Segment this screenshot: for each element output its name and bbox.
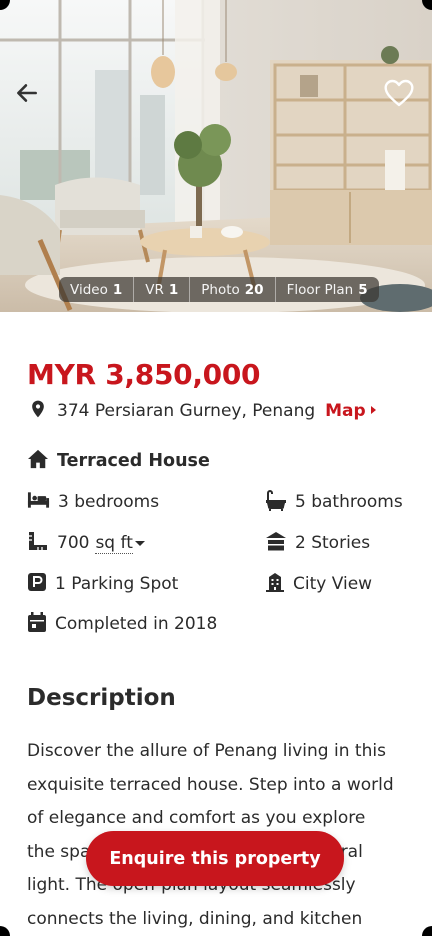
property-type: Terraced House	[57, 451, 210, 471]
property-type-row: Terraced House	[27, 448, 210, 474]
building-icon	[265, 531, 287, 555]
description-title: Description	[27, 685, 176, 711]
tab-photo-label: Photo	[201, 281, 240, 298]
stories-text: 2 Stories	[295, 533, 371, 553]
bed-icon	[27, 491, 50, 513]
tab-floor-plan-count: 5	[358, 281, 368, 298]
parking-icon	[27, 572, 47, 596]
favorite-button[interactable]	[380, 77, 418, 113]
tab-vr-count: 1	[168, 281, 179, 298]
screen-corner	[0, 926, 10, 936]
screen-corner	[422, 926, 432, 936]
address-text: 374 Persiaran Gurney, Penang	[57, 401, 316, 421]
media-tabs: Video 1 VR 1 Photo 20 Floor Plan 5	[59, 277, 379, 302]
location-pin-icon	[28, 398, 48, 424]
calendar-icon	[27, 611, 47, 637]
feature-bedrooms: 3 bedrooms	[27, 489, 159, 515]
tab-video-count: 1	[112, 281, 123, 298]
bathtub-icon	[265, 489, 287, 515]
caret-down-icon	[133, 534, 147, 553]
description-line: exquisite terraced house. Step into a wo…	[27, 774, 394, 795]
tab-video[interactable]: Video 1	[59, 277, 135, 302]
size-unit: sq ft	[95, 532, 133, 554]
tab-photo-count: 20	[244, 281, 264, 298]
tab-floor-plan-label: Floor Plan	[286, 281, 354, 298]
enquire-button[interactable]: Enquire this property	[86, 831, 344, 886]
feature-parking: 1 Parking Spot	[27, 571, 178, 597]
tab-vr[interactable]: VR 1	[134, 277, 191, 302]
unit-dropdown[interactable]: sq ft	[95, 533, 146, 554]
tab-video-label: Video	[70, 281, 108, 298]
view-text: City View	[293, 574, 373, 594]
property-photo[interactable]: Video 1 VR 1 Photo 20 Floor Plan 5	[0, 0, 432, 312]
ruler-icon	[27, 530, 49, 556]
completed-text: Completed in 2018	[55, 614, 218, 634]
bedrooms-text: 3 bedrooms	[58, 492, 160, 512]
back-button[interactable]	[10, 78, 44, 112]
tab-photo[interactable]: Photo 20	[190, 277, 276, 302]
city-building-icon	[265, 572, 285, 596]
caret-right-icon	[366, 402, 380, 421]
tab-floor-plan[interactable]: Floor Plan 5	[275, 277, 379, 302]
tab-vr-label: VR	[145, 281, 164, 298]
feature-stories: 2 Stories	[265, 530, 370, 556]
size-value: 700	[57, 533, 90, 553]
heart-outline-icon	[383, 78, 415, 112]
map-link[interactable]: Map	[325, 401, 380, 421]
feature-size: 700 sq ft	[27, 530, 147, 556]
parking-text: 1 Parking Spot	[55, 574, 179, 594]
bathrooms-text: 5 bathrooms	[295, 492, 403, 512]
description-line: connects the living, dining, and kitchen	[27, 908, 363, 929]
arrow-left-icon	[14, 80, 40, 110]
feature-view: City View	[265, 571, 372, 597]
living-room-photo	[0, 0, 432, 312]
description-line: Discover the allure of Penang living in …	[27, 741, 386, 761]
feature-completed: Completed in 2018	[27, 611, 217, 637]
address-row: 374 Persiaran Gurney, Penang Map	[28, 398, 380, 424]
price: MYR 3,850,000	[27, 358, 261, 391]
map-link-label: Map	[325, 401, 366, 421]
feature-bathrooms: 5 bathrooms	[265, 489, 403, 515]
house-icon	[27, 449, 49, 473]
